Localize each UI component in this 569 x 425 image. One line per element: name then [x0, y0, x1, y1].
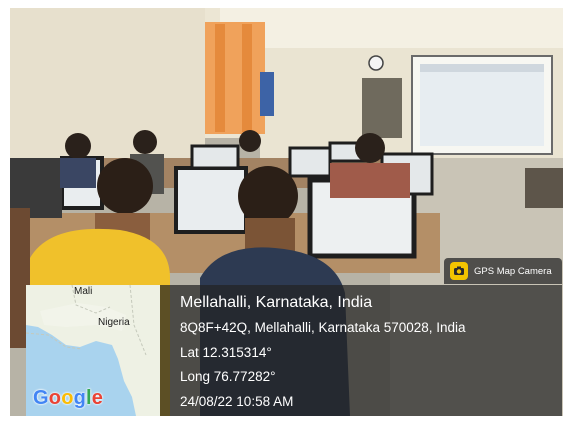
- gps-map-camera-icon: [450, 262, 468, 280]
- map-label-mali: Mali: [74, 286, 93, 297]
- map-label-nigeria: Nigeria: [98, 317, 130, 328]
- latitude: Lat 12.315314°: [180, 345, 272, 360]
- timestamp: 24/08/22 10:58 AM: [180, 394, 294, 409]
- map-thumbnail[interactable]: Mali Nigeria Google: [26, 285, 160, 416]
- location-title: Mellahalli, Karnataka, India: [180, 294, 373, 311]
- location-address: 8Q8F+42Q, Mellahalli, Karnataka 570028, …: [180, 320, 466, 335]
- google-logo: Google: [33, 387, 104, 409]
- longitude: Long 76.77282°: [180, 369, 276, 384]
- badge-label: GPS Map Camera: [474, 265, 552, 277]
- gps-camera-badge: GPS Map Camera: [444, 258, 562, 284]
